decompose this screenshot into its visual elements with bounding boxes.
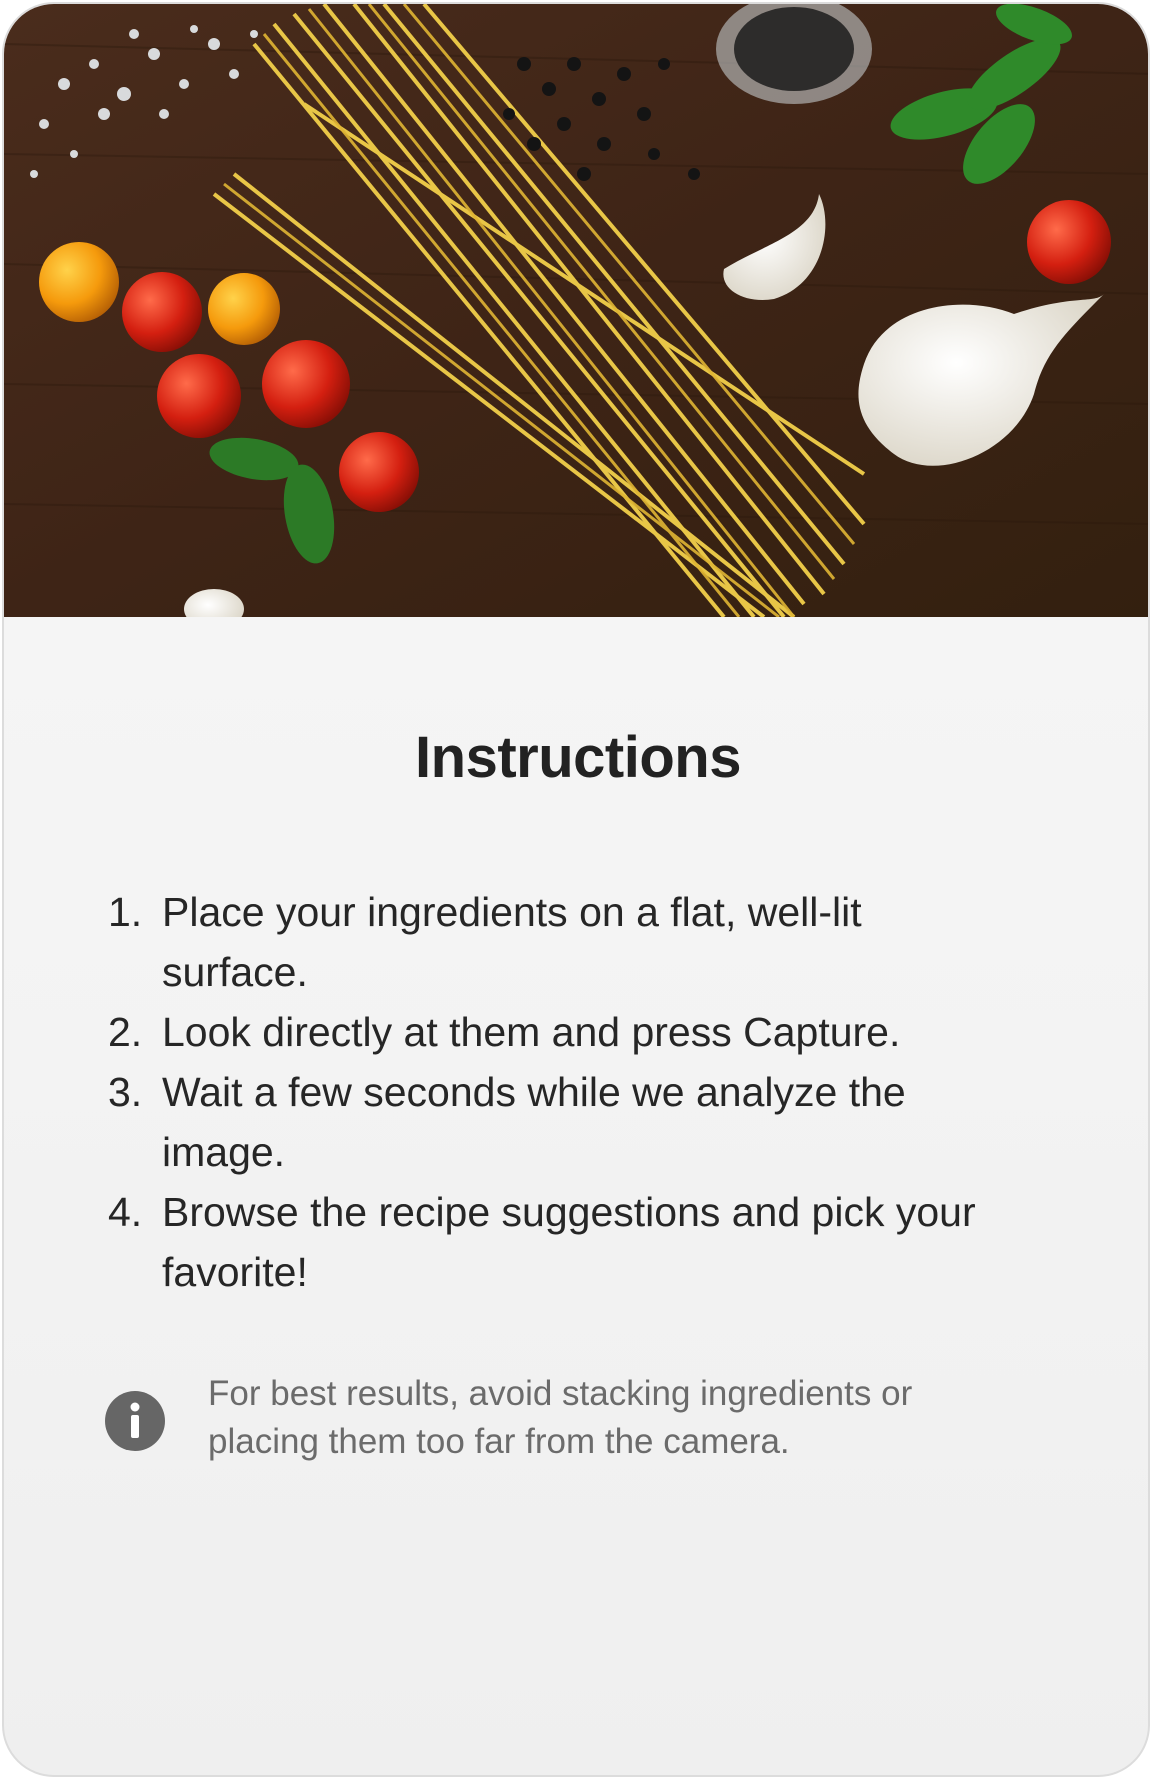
step-number: 1.	[108, 889, 143, 935]
list-item: 1. Place your ingredients on a flat, wel…	[108, 882, 1008, 1002]
tip-note: For best results, avoid stacking ingredi…	[104, 1370, 1064, 1480]
info-icon	[104, 1390, 166, 1452]
step-text: Wait a few seconds while we analyze the …	[162, 1069, 906, 1175]
step-number: 2.	[108, 1009, 143, 1055]
step-number: 3.	[108, 1069, 143, 1115]
hero-image	[4, 4, 1148, 617]
list-item: 2. Look directly at them and press Captu…	[108, 1002, 1008, 1062]
step-text: Browse the recipe suggestions and pick y…	[162, 1189, 976, 1295]
instructions-card: Instructions 1. Place your ingredients o…	[2, 2, 1150, 1777]
instruction-steps-list: 1. Place your ingredients on a flat, wel…	[108, 882, 1008, 1302]
page-title: Instructions	[415, 725, 741, 790]
step-text: Look directly at them and press Capture.	[162, 1009, 901, 1055]
step-number: 4.	[108, 1189, 143, 1235]
tip-text: For best results, avoid stacking ingredi…	[208, 1374, 913, 1461]
list-item: 4. Browse the recipe suggestions and pic…	[108, 1182, 1008, 1302]
list-item: 3. Wait a few seconds while we analyze t…	[108, 1062, 1008, 1182]
step-text: Place your ingredients on a flat, well-l…	[162, 889, 862, 995]
